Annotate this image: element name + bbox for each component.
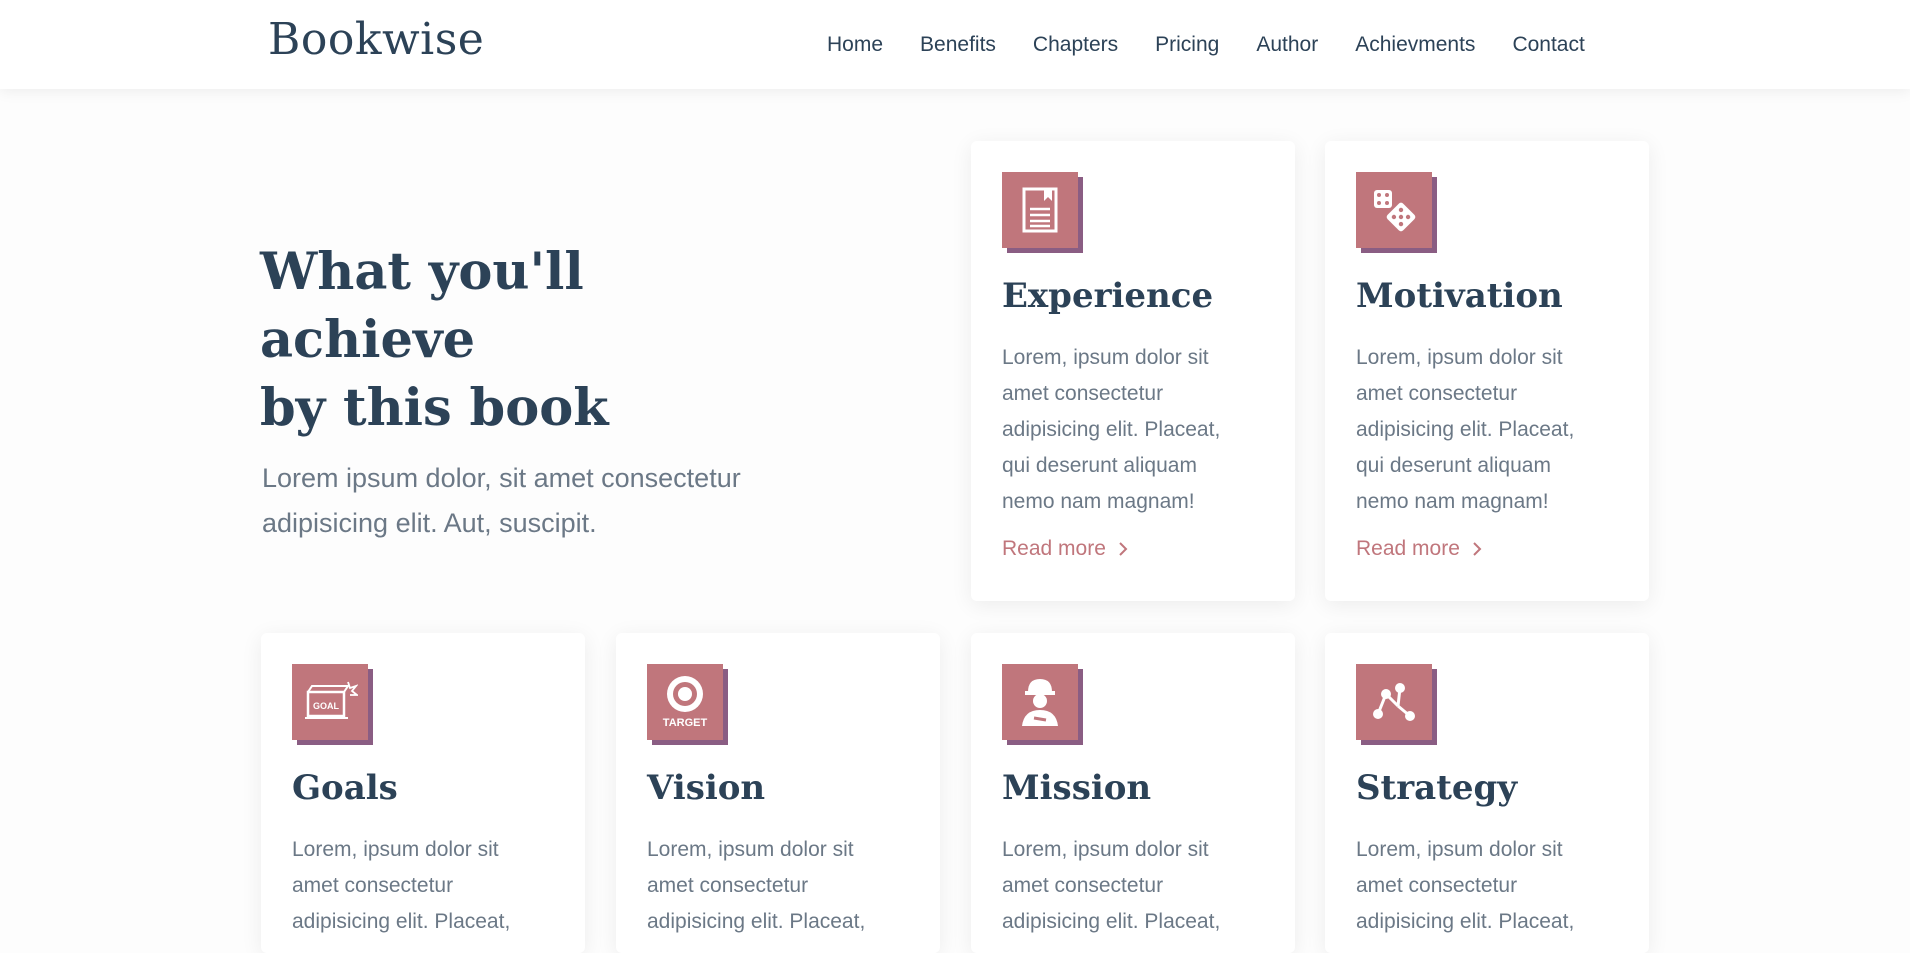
card-text: Lorem, ipsum dolor sit amet consectetur … — [647, 838, 866, 933]
read-more-label: Read more — [1002, 537, 1106, 560]
main-nav: Home Benefits Chapters Pricing Author Ac… — [827, 0, 1585, 89]
nav-achievments[interactable]: Achievments — [1355, 33, 1475, 57]
chevron-right-icon — [1472, 541, 1482, 557]
card-title: Vision — [647, 768, 766, 808]
svg-text:TARGET: TARGET — [663, 717, 708, 729]
nav-contact[interactable]: Contact — [1512, 33, 1584, 57]
card-strategy: Strategy Lorem, ipsum dolor sit amet con… — [1325, 633, 1649, 953]
chevron-right-icon — [1118, 541, 1128, 557]
nav-author[interactable]: Author — [1256, 33, 1318, 57]
card-motivation: Motivation Lorem, ipsum dolor sit amet c… — [1325, 141, 1649, 601]
hero-section: What you'll achieve by this book Lorem i… — [260, 238, 800, 546]
card-text: Lorem, ipsum dolor sit amet consectetur … — [1002, 346, 1221, 513]
hero-title-line-1: What you'll achieve — [260, 242, 584, 370]
card-text: Lorem, ipsum dolor sit amet consectetur … — [1356, 838, 1575, 933]
card-title: Motivation — [1356, 276, 1563, 316]
card-vision: TARGET Vision Lorem, ipsum dolor sit ame… — [616, 633, 940, 953]
card-mission: Mission Lorem, ipsum dolor sit amet cons… — [971, 633, 1295, 953]
navbar: Bookwise Home Benefits Chapters Pricing … — [0, 0, 1910, 89]
nav-chapters[interactable]: Chapters — [1033, 33, 1118, 57]
nodes-icon — [1356, 664, 1432, 740]
hero-title-line-2: by this book — [260, 378, 609, 438]
document-icon — [1002, 172, 1078, 248]
card-title: Strategy — [1356, 768, 1518, 808]
card-title: Goals — [292, 768, 398, 808]
card-text: Lorem, ipsum dolor sit amet consectetur … — [292, 838, 511, 933]
card-title: Experience — [1002, 276, 1214, 316]
read-more-link[interactable]: Read more — [1002, 537, 1128, 561]
dice-icon — [1356, 172, 1432, 248]
svg-text:GOAL: GOAL — [313, 701, 340, 711]
nav-benefits[interactable]: Benefits — [920, 33, 996, 57]
card-title: Mission — [1002, 768, 1152, 808]
card-text: Lorem, ipsum dolor sit amet consectetur … — [1002, 838, 1221, 933]
brand-logo[interactable]: Bookwise — [268, 14, 484, 65]
nav-pricing[interactable]: Pricing — [1155, 33, 1219, 57]
card-experience: Experience Lorem, ipsum dolor sit amet c… — [971, 141, 1295, 601]
goal-icon: GOAL — [292, 664, 368, 740]
nav-home[interactable]: Home — [827, 33, 883, 57]
read-more-link[interactable]: Read more — [1356, 537, 1482, 561]
target-icon: TARGET — [647, 664, 723, 740]
card-text: Lorem, ipsum dolor sit amet consectetur … — [1356, 346, 1575, 513]
hero-title: What you'll achieve by this book — [260, 238, 800, 442]
read-more-label: Read more — [1356, 537, 1460, 560]
worker-icon — [1002, 664, 1078, 740]
hero-subtitle: Lorem ipsum dolor, sit amet consectetur … — [262, 463, 741, 538]
card-goals: GOAL Goals Lorem, ipsum dolor sit amet c… — [261, 633, 585, 953]
